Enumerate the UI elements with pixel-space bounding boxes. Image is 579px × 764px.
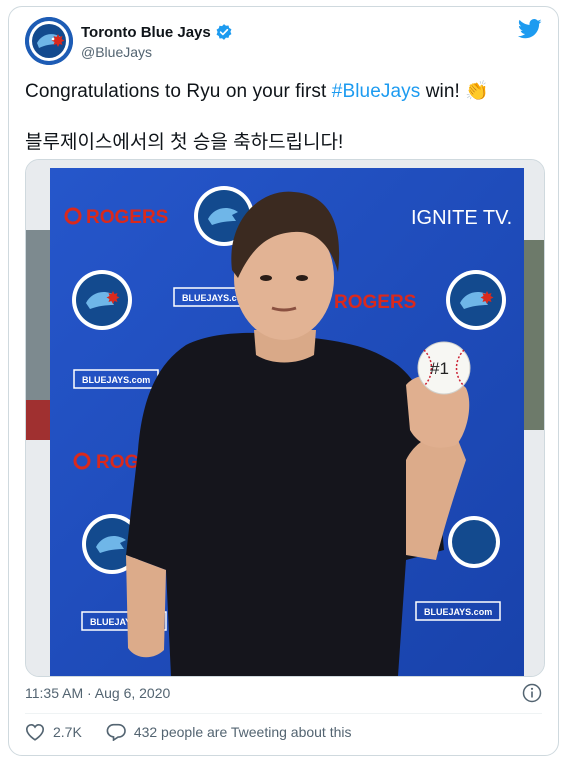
speech-bubble-icon	[106, 723, 126, 741]
tweet-timestamp[interactable]: 11:35 AM · Aug 6, 2020	[25, 685, 170, 701]
rogers-logo-mid: ROGERS	[334, 292, 416, 313]
backdrop-logo-3	[446, 270, 506, 330]
twitter-bird-icon[interactable]	[517, 19, 542, 44]
hashtag-link[interactable]: #BlueJays	[332, 81, 421, 102]
verified-badge-icon	[216, 24, 232, 40]
tweet-text-suffix: win!	[420, 81, 466, 102]
svg-text:#1: #1	[430, 359, 449, 378]
svg-text:ROGERS: ROGERS	[334, 292, 416, 313]
svg-text:BLUEJAYS.com: BLUEJAYS.com	[82, 375, 150, 385]
black-shirt	[126, 332, 444, 676]
svg-text:BLUEJAYS.com: BLUEJAYS.com	[424, 607, 492, 617]
tweet-card: Toronto Blue Jays @BlueJays Congratulati…	[8, 6, 559, 756]
author-name-text: Toronto Blue Jays	[81, 23, 211, 41]
tweet-actions: 2.7K 432 people are Tweeting about this	[25, 723, 376, 741]
author-handle[interactable]: @BlueJays	[81, 44, 152, 60]
tweet-photo[interactable]: ROGERS ROGERS ROG IGNITE TV. BLUEJAYS.co…	[25, 159, 545, 677]
tweet-text-line2: 블루제이스에서의 첫 승을 축하드립니다!	[25, 132, 344, 153]
heart-icon	[25, 723, 45, 741]
divider	[25, 713, 542, 714]
backdrop-logo-1	[72, 270, 132, 330]
blue-jays-logo-icon	[25, 17, 73, 65]
svg-text:ROG: ROG	[96, 452, 139, 473]
like-count: 2.7K	[53, 724, 82, 740]
photo-illustration: ROGERS ROGERS ROG IGNITE TV. BLUEJAYS.co…	[26, 160, 544, 676]
svg-text:ROGERS: ROGERS	[86, 207, 168, 228]
author-name[interactable]: Toronto Blue Jays	[81, 23, 233, 41]
tweeting-about-text: 432 people are Tweeting about this	[133, 724, 352, 740]
like-button[interactable]: 2.7K	[25, 723, 82, 741]
info-icon[interactable]	[522, 683, 542, 708]
tweet-text-prefix: Congratulations to Ryu on your first	[25, 81, 332, 102]
author-avatar[interactable]	[25, 17, 73, 65]
backdrop-logo-5	[448, 516, 500, 568]
tweet-text-line1: Congratulations to Ryu on your first #Bl…	[25, 79, 489, 103]
ignite-tv-logo: IGNITE TV.	[411, 207, 512, 229]
clapping-emoji: 👏	[465, 81, 490, 102]
reply-button[interactable]: 432 people are Tweeting about this	[106, 723, 352, 741]
baseball: #1	[417, 341, 471, 395]
